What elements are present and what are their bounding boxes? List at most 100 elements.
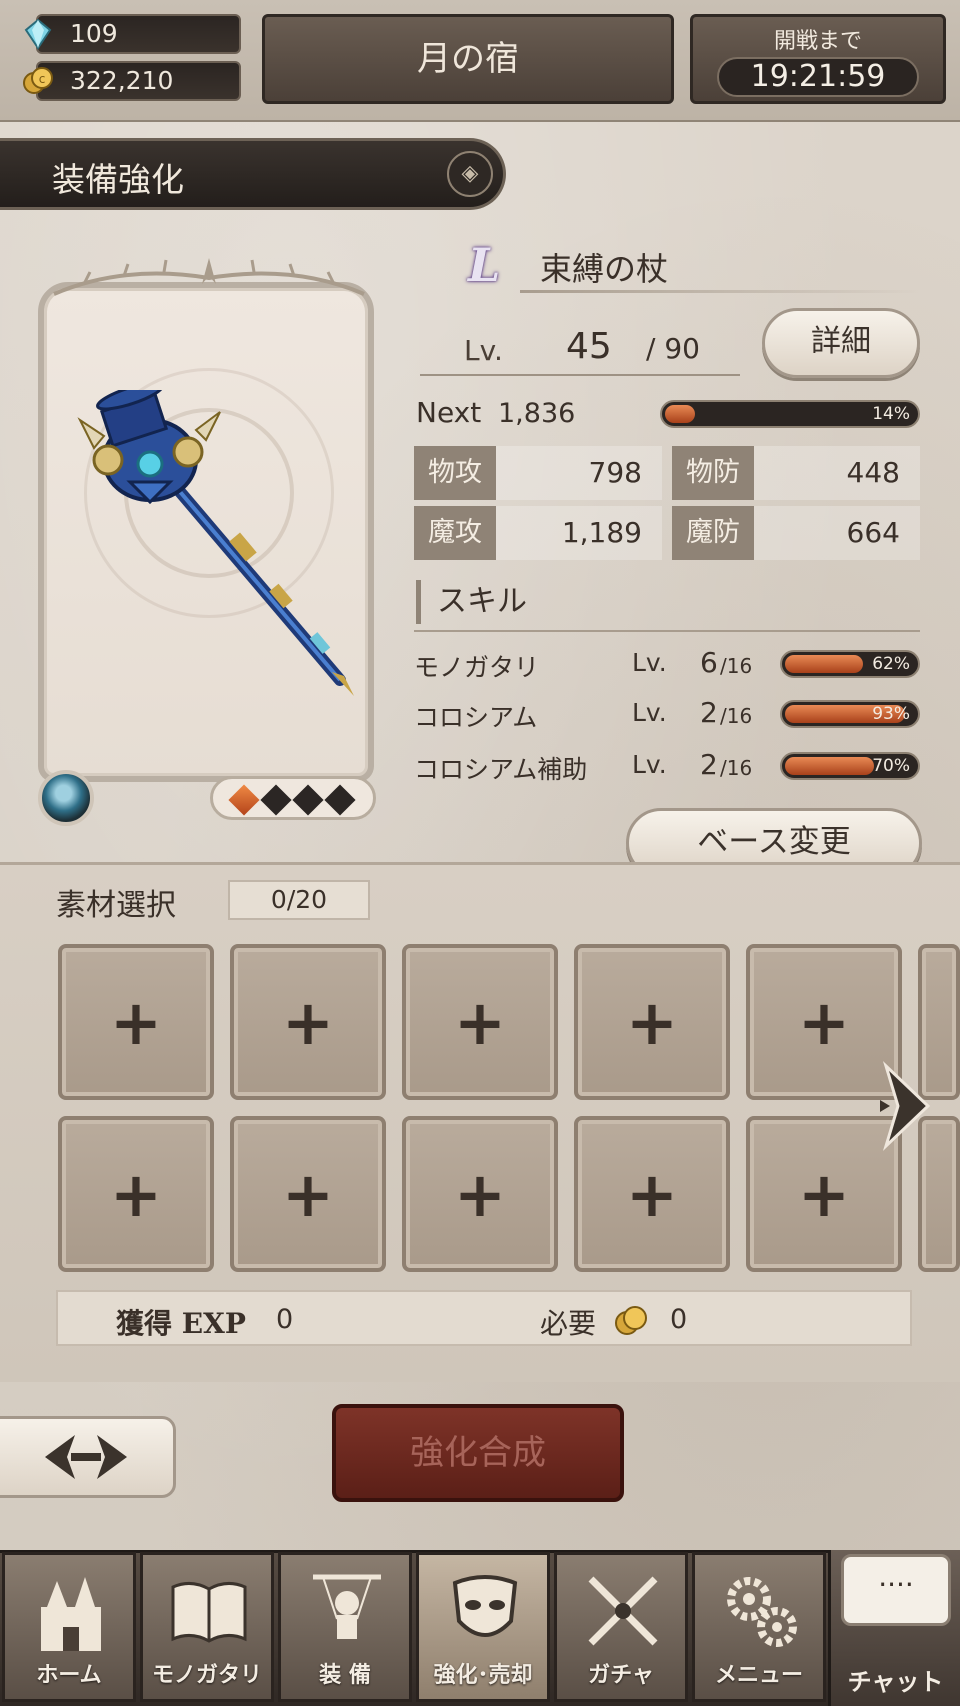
gem-counter[interactable]: 109 <box>24 14 241 54</box>
nav-label: ガチャ <box>588 1663 654 1688</box>
skill-name: コロシアム補助 <box>414 755 588 784</box>
synthesize-button[interactable]: 強化合成 <box>332 1404 624 1502</box>
battle-timer: 開戦まで 19:21:59 <box>690 14 946 104</box>
skill-name: コロシアム <box>414 703 538 732</box>
stat-value: 1,189 <box>561 516 642 549</box>
rarity-diamond <box>260 784 292 816</box>
nav-label: ホーム <box>36 1663 102 1688</box>
stat-magic-attack: 魔攻 1,189 <box>414 506 662 560</box>
skill-level: 2 <box>700 748 718 781</box>
rarity-diamond <box>292 784 324 816</box>
plus-icon: + <box>626 1158 678 1231</box>
material-slot[interactable]: + <box>574 944 730 1100</box>
coin-counter[interactable]: c 322,210 <box>23 61 241 101</box>
plus-icon: + <box>454 1158 506 1231</box>
chat-button[interactable]: ···· チャット <box>828 1550 960 1706</box>
material-slot[interactable]: + <box>402 1116 558 1272</box>
skill-level-max: /16 <box>720 756 753 780</box>
nav-enhance-sell[interactable]: 強化･売却 <box>416 1552 550 1702</box>
material-count: 0/20 <box>228 880 370 920</box>
skill-level: 6 <box>700 646 718 679</box>
skill-progress-bar: 70% <box>780 752 920 780</box>
skill-progress-fill <box>785 655 864 673</box>
level-max: / 90 <box>646 332 700 365</box>
rarity-indicator <box>210 776 376 820</box>
skill-progress-text: 93% <box>872 704 910 724</box>
plus-icon: + <box>626 986 678 1059</box>
gem-icon <box>24 18 52 50</box>
exp-progress-fill <box>665 405 695 423</box>
skill-progress-bar: 93% <box>780 700 920 728</box>
level-row: Lv. 45 / 90 <box>420 320 740 376</box>
next-exp-label: Next <box>416 396 482 429</box>
coin-icon <box>615 1306 647 1335</box>
nav-equipment[interactable]: 装 備 <box>278 1552 412 1702</box>
nav-monogatari[interactable]: モノガタリ <box>140 1552 274 1702</box>
plus-icon: + <box>798 986 850 1059</box>
item-name: 束縛の杖 <box>540 250 669 288</box>
exp-progress-bar: 14% <box>660 400 920 428</box>
material-slot[interactable]: + <box>402 944 558 1100</box>
back-arrow-icon <box>45 1435 127 1479</box>
detail-button[interactable]: 詳細 <box>762 308 920 378</box>
skill-progress-fill <box>785 757 875 775</box>
stat-physical-defense: 物防 448 <box>672 446 920 500</box>
plus-icon: + <box>282 986 334 1059</box>
mask-icon <box>452 1575 518 1637</box>
material-slot[interactable]: + <box>574 1116 730 1272</box>
material-slot[interactable]: + <box>58 1116 214 1272</box>
level-label: Lv. <box>464 334 503 367</box>
puppet-icon <box>313 1574 381 1639</box>
chat-bubble-icon: ···· <box>841 1554 951 1626</box>
nav-label: 装 備 <box>319 1663 371 1688</box>
skill-divider <box>414 630 920 632</box>
skill-level-max: /16 <box>720 704 753 728</box>
material-slot[interactable]: + <box>230 944 386 1100</box>
skill-level-label: Lv. <box>632 750 667 779</box>
svg-text:c: c <box>39 72 46 86</box>
required-cost-value: 0 <box>670 1304 688 1335</box>
rarity-diamond <box>324 784 356 816</box>
location-title: 月の宿 <box>262 14 674 104</box>
skill-level-label: Lv. <box>632 698 667 727</box>
skill-level-label: Lv. <box>632 648 667 677</box>
skill-progress-text: 62% <box>872 654 910 674</box>
plus-icon: + <box>110 1158 162 1231</box>
coin-icon: c <box>23 67 53 94</box>
crossed-swords-icon <box>588 1576 658 1646</box>
level-current: 45 <box>566 326 612 367</box>
name-underline <box>520 290 920 293</box>
back-button[interactable] <box>0 1416 176 1498</box>
stat-label: 物防 <box>672 446 754 500</box>
exp-progress-text: 14% <box>872 404 910 424</box>
stat-magic-defense: 魔防 664 <box>672 506 920 560</box>
stat-label: 物攻 <box>414 446 496 500</box>
plus-icon: + <box>454 986 506 1059</box>
card-thorn-ornament <box>53 258 365 296</box>
nav-label: メニュー <box>714 1663 803 1688</box>
next-exp-value: 1,836 <box>498 398 576 429</box>
skill-name: モノガタリ <box>414 653 540 682</box>
next-page-arrow-icon[interactable] <box>876 1060 936 1152</box>
stat-value: 448 <box>846 456 900 489</box>
coin-count: 322,210 <box>70 66 174 95</box>
chat-label: チャット <box>847 1668 944 1696</box>
nav-gacha[interactable]: ガチャ <box>554 1552 688 1702</box>
water-drop-icon <box>38 770 94 826</box>
nav-menu[interactable]: メニュー <box>692 1552 826 1702</box>
nav-label: モノガタリ <box>151 1663 262 1688</box>
skill-progress-text: 70% <box>872 756 910 776</box>
timer-value: 19:21:59 <box>717 57 919 97</box>
material-slot[interactable]: + <box>58 944 214 1100</box>
gained-exp-value: 0 <box>276 1304 294 1335</box>
stat-label: 魔防 <box>672 506 754 560</box>
stat-value: 664 <box>846 516 900 549</box>
nav-home[interactable]: ホーム <box>2 1552 136 1702</box>
section-toggle-icon[interactable]: ◈ <box>447 151 493 197</box>
book-icon <box>171 1582 247 1643</box>
stat-physical-attack: 物攻 798 <box>414 446 662 500</box>
skill-section-title: スキル <box>416 580 527 624</box>
skill-progress-bar: 62% <box>780 650 920 678</box>
material-slot[interactable]: + <box>230 1116 386 1272</box>
plus-icon: + <box>282 1158 334 1231</box>
